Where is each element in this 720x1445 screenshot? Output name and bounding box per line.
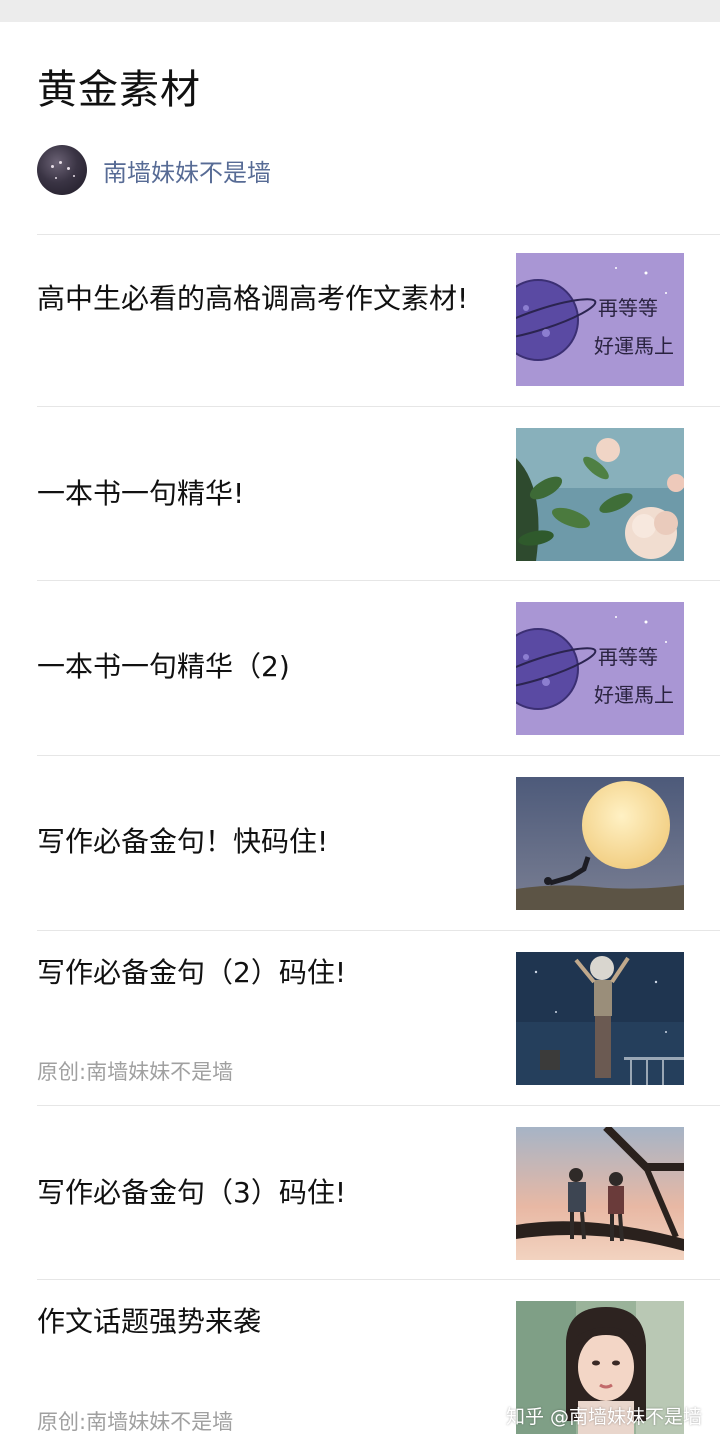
svg-text:好運馬上: 好運馬上 — [594, 683, 674, 707]
svg-text:再等等: 再等等 — [598, 296, 658, 320]
article-title[interactable]: 写作必备金句（2）码住! — [37, 951, 477, 995]
couple-tree-image[interactable] — [516, 1127, 684, 1260]
article-title[interactable]: 写作必备金句！快码住! — [37, 820, 477, 864]
article-title[interactable]: 写作必备金句（3）码住! — [37, 1171, 477, 1215]
article-title[interactable]: 一本书一句精华! — [37, 472, 477, 516]
list-item[interactable]: 写作必备金句（2）码住! 原创:南墙妹妹不是墙 — [37, 930, 720, 1105]
article-source: 原创:南墙妹妹不是墙 — [37, 1060, 234, 1084]
purple-planet-image[interactable]: 再等等 好運馬上 — [516, 602, 684, 735]
purple-planet-image[interactable]: 再等等 好運馬上 — [516, 253, 684, 386]
top-status-strip — [0, 0, 720, 22]
moon-image[interactable] — [516, 777, 684, 910]
page-title: 黄金素材 — [37, 67, 201, 113]
article-list: 高中生必看的高格调高考作文素材! 再等等 好運馬上 一本书一句精华! 一本书一句… — [37, 234, 720, 1445]
list-item[interactable]: 写作必备金句（3）码住! — [37, 1105, 720, 1279]
list-item[interactable]: 高中生必看的高格调高考作文素材! 再等等 好運馬上 — [37, 234, 720, 406]
author-avatar[interactable] — [37, 145, 87, 195]
article-title[interactable]: 作文话题强势来袭 — [37, 1300, 477, 1344]
author-name-link[interactable]: 南墙妹妹不是墙 — [103, 153, 271, 188]
article-source: 原创:南墙妹妹不是墙 — [37, 1410, 234, 1434]
article-title[interactable]: 一本书一句精华（2) — [37, 645, 477, 689]
article-title[interactable]: 高中生必看的高格调高考作文素材! — [37, 277, 477, 321]
list-item[interactable]: 一本书一句精华（2) 再等等 好運馬上 — [37, 580, 720, 755]
flowers-image[interactable] — [516, 428, 684, 561]
svg-text:好運馬上: 好運馬上 — [594, 334, 674, 358]
author-row[interactable]: 南墙妹妹不是墙 — [37, 145, 271, 195]
zhihu-watermark: 知乎 @南墙妹妹不是墙 — [505, 1406, 702, 1428]
astronaut-image[interactable] — [516, 952, 684, 1085]
list-item[interactable]: 写作必备金句！快码住! — [37, 755, 720, 930]
svg-text:再等等: 再等等 — [598, 645, 658, 669]
list-item[interactable]: 一本书一句精华! — [37, 406, 720, 580]
